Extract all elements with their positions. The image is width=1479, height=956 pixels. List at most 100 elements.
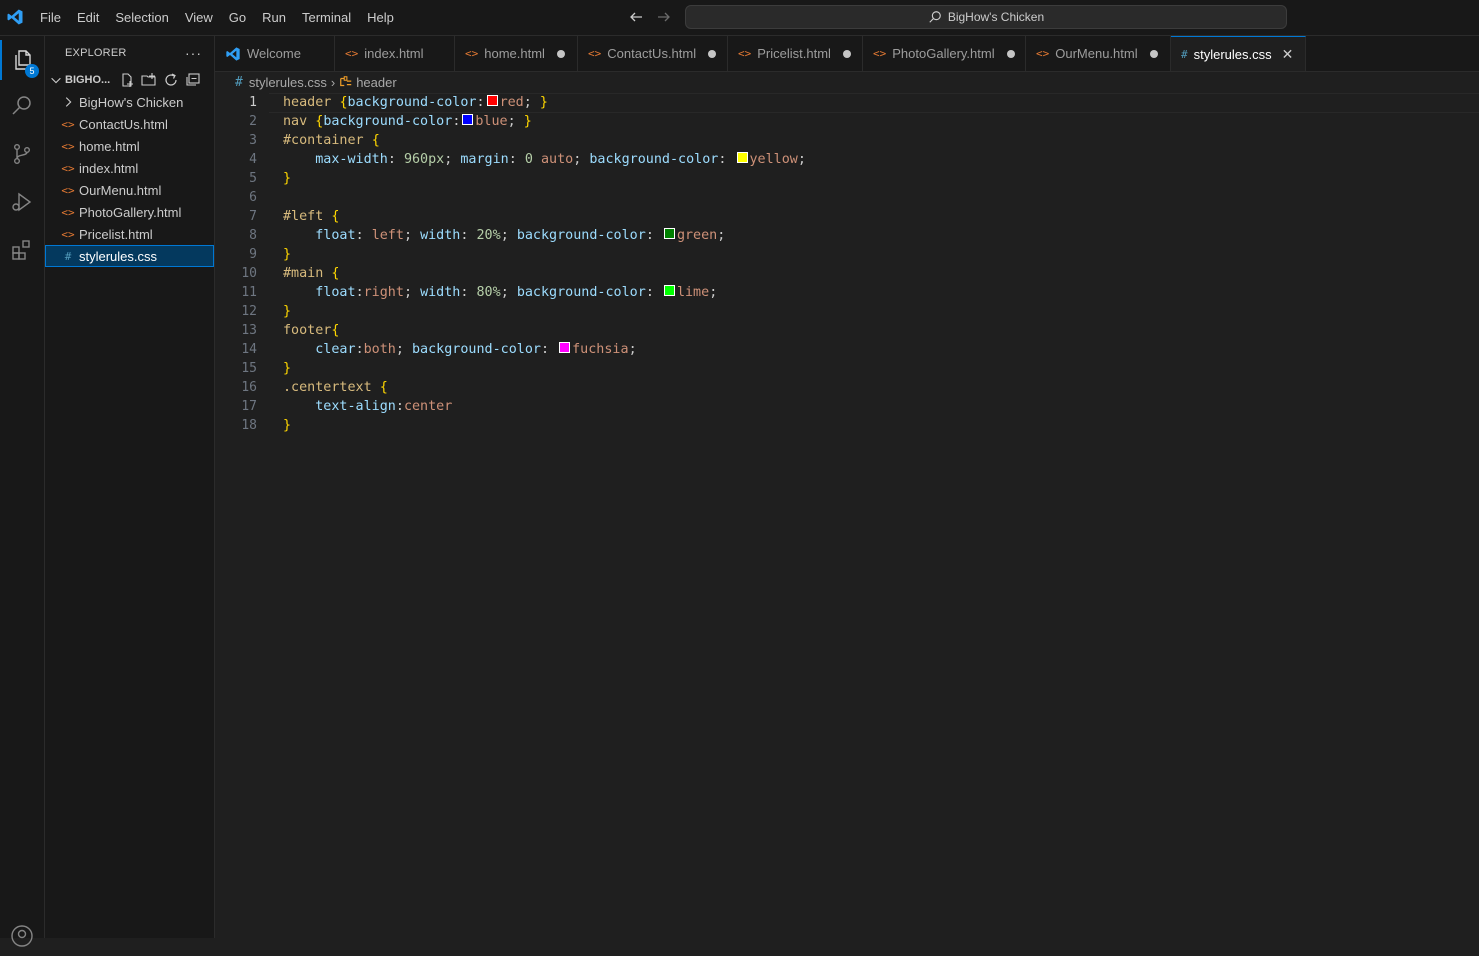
tree-folder-bighows-chicken[interactable]: BigHow's Chicken <box>45 91 214 113</box>
modified-dot-icon[interactable] <box>1006 49 1015 58</box>
code-token: nav <box>283 114 316 129</box>
back-arrow-icon[interactable] <box>626 7 646 27</box>
line-number: 5 <box>249 171 257 186</box>
code-token: center <box>403 399 453 414</box>
more-actions-icon[interactable]: ··· <box>185 45 202 61</box>
code-token: : <box>645 228 662 243</box>
code-token: max-width <box>315 152 388 167</box>
code-text: } <box>283 169 291 188</box>
tab-home[interactable]: <> home.html <box>455 36 578 71</box>
menu-terminal[interactable]: Terminal <box>294 6 359 30</box>
tree-file-pricelist[interactable]: <> Pricelist.html <box>45 223 214 245</box>
modified-dot-icon[interactable] <box>1149 49 1158 58</box>
html-file-icon: <> <box>873 47 887 60</box>
code-text: } <box>283 359 291 378</box>
code-token: float <box>315 285 356 300</box>
code-token: #left <box>283 209 332 224</box>
css-file-icon: # <box>64 249 72 263</box>
code-editor[interactable]: 1 header {background-color: red; } 2 nav {ba… <box>215 93 1479 938</box>
code-text: #left { <box>283 207 339 226</box>
account-icon[interactable] <box>0 916 44 956</box>
code-token: } <box>283 361 292 376</box>
title-bar: File Edit Selection View Go Run Terminal… <box>0 0 1479 36</box>
menu-run[interactable]: Run <box>254 6 294 30</box>
tab-stylerules[interactable]: # stylerules.css ✕ <box>1171 36 1306 71</box>
extensions-icon[interactable] <box>0 230 44 270</box>
chevron-down-icon <box>51 77 61 84</box>
code-token: auto <box>541 152 574 167</box>
code-token: : <box>395 399 404 414</box>
breadcrumb-file[interactable]: stylerules.css <box>249 75 327 90</box>
html-file-icon: <> <box>1036 47 1050 60</box>
collapse-all-icon[interactable] <box>185 72 201 88</box>
run-debug-icon[interactable] <box>0 182 44 222</box>
menu-selection[interactable]: Selection <box>107 6 176 30</box>
tab-contactus[interactable]: <> ContactUs.html <box>578 36 728 71</box>
tree-file-stylerules[interactable]: # stylerules.css <box>45 245 214 267</box>
forward-arrow-icon[interactable] <box>654 7 674 27</box>
code-token: ; <box>444 152 461 167</box>
tree-file-index[interactable]: <> index.html <box>45 157 214 179</box>
menu-go[interactable]: Go <box>221 6 254 30</box>
code-token: .centertext <box>283 380 380 395</box>
breadcrumb-symbol[interactable]: header <box>356 75 396 90</box>
sidebar-header: EXPLORER ··· <box>45 36 214 69</box>
new-folder-icon[interactable] <box>141 72 157 88</box>
tab-photogallery[interactable]: <> PhotoGallery.html <box>863 36 1026 71</box>
line-number: 9 <box>249 247 257 262</box>
code-token: both <box>363 342 396 357</box>
code-token: { <box>331 209 340 224</box>
refresh-icon[interactable] <box>163 72 179 88</box>
tab-index[interactable]: <> index.html <box>335 36 455 71</box>
new-file-icon[interactable] <box>119 72 135 88</box>
workspace-folder[interactable]: BIGHO... <box>45 69 214 91</box>
close-tab-icon[interactable]: ✕ <box>1282 46 1294 63</box>
tree-file-photogallery[interactable]: <> PhotoGallery.html <box>45 201 214 223</box>
command-center-search[interactable]: BigHow's Chicken <box>685 5 1287 29</box>
code-token: ; <box>717 228 726 243</box>
menu-view[interactable]: View <box>177 6 221 30</box>
code-token: } <box>283 171 292 186</box>
code-token: background-color <box>516 228 646 243</box>
workspace-folder-name: BIGHO... <box>65 74 111 86</box>
tree-file-ourmenu[interactable]: <> OurMenu.html <box>45 179 214 201</box>
line-number: 6 <box>249 190 257 205</box>
menu-edit[interactable]: Edit <box>69 6 107 30</box>
tab-label: index.html <box>364 46 424 61</box>
code-token: float <box>315 228 356 243</box>
code-text: } <box>283 245 291 264</box>
color-swatch[interactable] <box>462 114 474 125</box>
code-text: #main { <box>283 264 339 283</box>
command-center-text: BigHow's Chicken <box>947 10 1045 24</box>
color-swatch[interactable] <box>736 152 748 163</box>
breadcrumb: # stylerules.css › header <box>215 71 1479 93</box>
editor-tab-bar: Welcome <> index.html <> home.html <> Co… <box>215 36 1479 72</box>
color-swatch[interactable] <box>559 342 571 353</box>
modified-dot-icon[interactable] <box>842 49 851 58</box>
color-swatch[interactable] <box>663 285 675 296</box>
code-token: ; <box>507 114 524 129</box>
code-token: ; <box>403 228 421 243</box>
menu-help[interactable]: Help <box>359 6 402 30</box>
tab-ourmenu[interactable]: <> OurMenu.html <box>1026 36 1171 71</box>
code-token: ; <box>709 285 718 300</box>
tree-file-contactus[interactable]: <> ContactUs.html <box>45 113 214 135</box>
tab-pricelist[interactable]: <> Pricelist.html <box>728 36 863 71</box>
source-control-icon[interactable] <box>0 134 44 174</box>
tree-file-home[interactable]: <> home.html <box>45 135 214 157</box>
color-swatch[interactable] <box>663 228 675 239</box>
explorer-icon[interactable]: 5 <box>0 40 44 80</box>
color-swatch[interactable] <box>486 95 498 106</box>
tab-welcome[interactable]: Welcome <box>215 36 335 71</box>
search-icon[interactable] <box>0 86 44 126</box>
html-file-icon: <> <box>61 139 75 153</box>
chevron-right-icon: › <box>330 74 336 90</box>
menu-file[interactable]: File <box>32 6 69 30</box>
modified-dot-icon[interactable] <box>556 49 565 58</box>
modified-dot-icon[interactable] <box>708 49 717 58</box>
line-number: 10 <box>241 266 257 281</box>
symbol-class-icon <box>340 76 352 87</box>
